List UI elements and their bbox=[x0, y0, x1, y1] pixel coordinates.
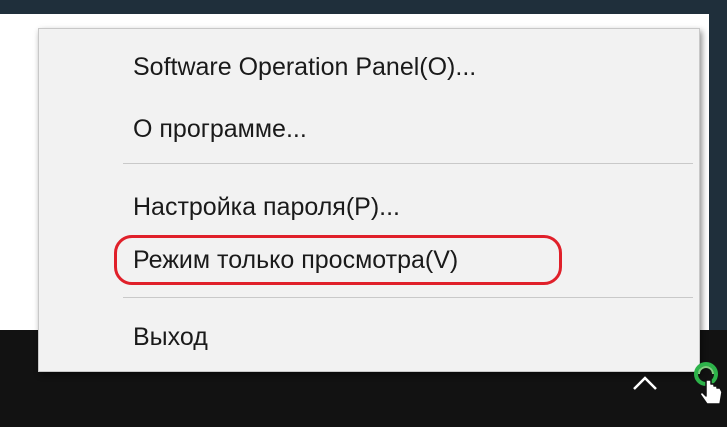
menu-item-password-settings[interactable]: Настройка пароля(P)... bbox=[39, 181, 699, 233]
menu-item-label: О программе... bbox=[133, 115, 307, 143]
menu-item-label: Режим только просмотра(V) bbox=[133, 246, 459, 274]
menu-separator bbox=[123, 297, 693, 298]
desktop-right-edge bbox=[709, 0, 727, 330]
scanner-app-icon[interactable] bbox=[690, 362, 726, 406]
context-menu: Software Operation Panel(O)... О програм… bbox=[38, 28, 700, 372]
menu-item-about[interactable]: О программе... bbox=[39, 103, 699, 155]
menu-item-label: Выход bbox=[133, 323, 208, 351]
desktop: Software Operation Panel(O)... О програм… bbox=[0, 0, 727, 427]
menu-item-exit[interactable]: Выход bbox=[39, 311, 699, 363]
menu-item-label: Настройка пароля(P)... bbox=[133, 193, 401, 221]
menu-item-software-operation-panel[interactable]: Software Operation Panel(O)... bbox=[39, 41, 699, 93]
menu-item-label: Software Operation Panel(O)... bbox=[133, 53, 477, 81]
menu-item-view-only-mode[interactable]: Режим только просмотра(V) bbox=[39, 234, 699, 286]
desktop-top-edge bbox=[0, 0, 727, 14]
menu-separator bbox=[123, 163, 693, 164]
chevron-up-icon[interactable] bbox=[630, 372, 660, 394]
